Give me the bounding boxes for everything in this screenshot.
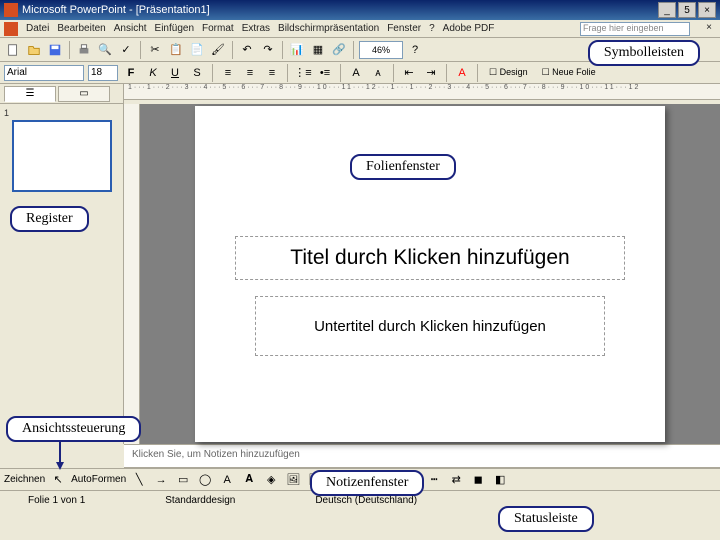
status-design: Standarddesign [145,495,255,506]
newslide-button[interactable]: ☐ Neue Folie [537,64,601,82]
slide-thumbnail-1[interactable] [12,120,112,192]
subtitle-placeholder[interactable]: Untertitel durch Klicken hinzufügen [255,296,605,356]
increase-font-icon[interactable]: A [347,64,365,82]
title-placeholder[interactable]: Titel durch Klicken hinzufügen [235,236,625,280]
minimize-button[interactable]: _ [658,2,676,18]
window-titlebar: Microsoft PowerPoint - [Präsentation1] _… [0,0,720,20]
menu-extras[interactable]: Extras [242,23,270,34]
font-size-combo[interactable]: 18 [88,65,118,81]
fontcolor-icon[interactable]: A [453,64,471,82]
menu-format[interactable]: Format [202,23,234,34]
outline-icon: ☰ [26,88,35,99]
cut-icon[interactable]: ✂ [146,41,164,59]
menu-einfuegen[interactable]: Einfügen [155,23,194,34]
window-title: Microsoft PowerPoint - [Präsentation1] [22,4,210,16]
preview-icon[interactable]: 🔍 [96,41,114,59]
line-icon[interactable]: ╲ [130,471,148,489]
close-button[interactable]: × [698,2,716,18]
arrow-icon[interactable]: → [152,471,170,489]
doc-close-button[interactable]: × [702,22,716,36]
table-icon[interactable]: ▦ [309,41,327,59]
menu-ansicht[interactable]: Ansicht [114,23,147,34]
redo-icon[interactable]: ↷ [259,41,277,59]
annotation-statusleiste: Statusleiste [498,506,594,532]
arrow-ansicht [50,436,70,476]
decrease-indent-icon[interactable]: ⇤ [400,64,418,82]
formatpainter-icon[interactable]: 🖌 [209,41,227,59]
menu-help[interactable]: ? [429,23,435,34]
align-center-icon[interactable]: ≡ [241,64,259,82]
spellcheck-icon[interactable]: ✓ [117,41,135,59]
annotation-symbolleisten: Symbolleisten [588,40,700,66]
italic-button[interactable]: K [144,64,162,82]
3d-icon[interactable]: ◧ [491,471,509,489]
underline-button[interactable]: U [166,64,184,82]
help-icon[interactable]: ? [406,41,424,59]
copy-icon[interactable]: 📋 [167,41,185,59]
textbox-icon[interactable]: A [218,471,236,489]
tab-slides[interactable]: ▭ [58,86,110,102]
undo-icon[interactable]: ↶ [238,41,256,59]
status-language: Deutsch (Deutschland) [295,495,437,506]
rectangle-icon[interactable]: ▭ [174,471,192,489]
new-icon[interactable] [4,41,22,59]
maximize-button[interactable]: 5 [678,2,696,18]
slide-panel: 1 [0,104,124,444]
design-button[interactable]: ☐ Design [484,64,533,82]
menu-bearbeiten[interactable]: Bearbeiten [57,23,105,34]
chart-icon[interactable]: 📊 [288,41,306,59]
bold-button[interactable]: F [122,64,140,82]
slide-number: 1 [4,108,119,118]
tab-outline[interactable]: ☰ [4,86,56,102]
zoom-combo[interactable]: 46% [359,41,403,59]
wordart-icon[interactable]: 𝐀 [240,471,258,489]
font-name-combo[interactable]: Arial [4,65,84,81]
annotation-ansichtsteuerung: Ansichtssteuerung [6,416,141,442]
hyperlink-icon[interactable]: 🔗 [330,41,348,59]
align-left-icon[interactable]: ≡ [219,64,237,82]
increase-indent-icon[interactable]: ⇥ [422,64,440,82]
dashstyle-icon[interactable]: ┅ [425,471,443,489]
app-icon [4,22,18,36]
paste-icon[interactable]: 📄 [188,41,206,59]
arrowstyle-icon[interactable]: ⇄ [447,471,465,489]
clipart-icon[interactable]: 🖼 [284,471,302,489]
annotation-folienfenster: Folienfenster [350,154,456,180]
menu-fenster[interactable]: Fenster [387,23,421,34]
decrease-font-icon[interactable]: ᴀ [369,64,387,82]
slides-icon: ▭ [79,88,88,99]
powerpoint-icon [4,3,18,17]
menu-adobepdf[interactable]: Adobe PDF [443,23,495,34]
numbering-icon[interactable]: ⋮≡ [294,64,312,82]
horizontal-ruler: 1···1···2···3···4···5···6···7···8···9···… [124,84,720,100]
menu-bildschirm[interactable]: Bildschirmpräsentation [278,23,379,34]
align-right-icon[interactable]: ≡ [263,64,281,82]
shadow-style-icon[interactable]: ◼ [469,471,487,489]
notes-pane[interactable]: Klicken Sie, um Notizen hinzuzufügen [124,444,720,468]
save-icon[interactable] [46,41,64,59]
autoform-menu[interactable]: AutoFormen [71,474,126,485]
question-input[interactable]: Frage hier eingeben [580,22,690,36]
diagram-icon[interactable]: ◈ [262,471,280,489]
bullets-icon[interactable]: •≡ [316,64,334,82]
shadow-button[interactable]: S [188,64,206,82]
print-icon[interactable] [75,41,93,59]
status-slide-info: Folie 1 von 1 [8,495,105,506]
menu-bar: Datei Bearbeiten Ansicht Einfügen Format… [0,20,720,38]
oval-icon[interactable]: ◯ [196,471,214,489]
annotation-register: Register [10,206,89,232]
draw-menu[interactable]: Zeichnen [4,474,45,485]
open-icon[interactable] [25,41,43,59]
annotation-notizenfenster: Notizenfenster [310,470,424,496]
vertical-ruler [124,104,140,444]
menu-datei[interactable]: Datei [26,23,49,34]
